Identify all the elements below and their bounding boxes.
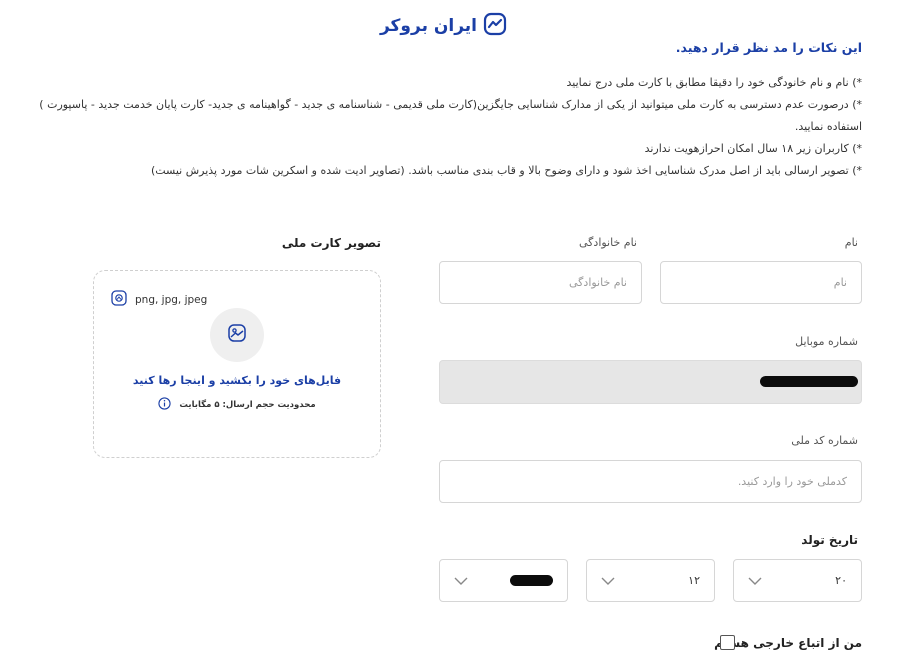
- brand-logo[interactable]: ایران بروکر: [380, 12, 507, 40]
- chevron-down-icon: [748, 577, 762, 585]
- chevron-down-icon: [454, 577, 468, 585]
- formats-text: png, jpg, jpeg: [135, 293, 208, 306]
- file-image-icon: [111, 290, 127, 309]
- upload-formats: png, jpg, jpeg: [111, 290, 207, 309]
- note-item: *) کاربران زیر ۱۸ سال امکان احرازهویت ند…: [644, 142, 862, 155]
- notes-title: این نکات را مد نظر قرار دهید.: [675, 40, 862, 55]
- birth-year-select[interactable]: [439, 559, 568, 602]
- upload-title: تصویر کارت ملی: [281, 236, 381, 250]
- note-item: *) نام و نام خانودگی خود را دقیقا مطابق …: [566, 76, 862, 89]
- note-item: *) درصورت عدم دسترسی به کارت ملی میتوانی…: [39, 98, 862, 133]
- birth-date-label: تاریخ تولد: [801, 533, 858, 547]
- chevron-down-icon: [601, 577, 615, 585]
- upload-limit: محدودیت حجم ارسال: ۵ مگابایت: [93, 397, 381, 413]
- foreign-national-label: من از اتباع خارجی هستم: [714, 636, 862, 650]
- first-name-label: نام: [844, 236, 858, 249]
- national-code-label: شماره کد ملی: [791, 434, 858, 447]
- notes-list: *) نام و نام خانودگی خود را دقیقا مطابق …: [12, 72, 862, 182]
- birth-month-select[interactable]: ۱۲: [586, 559, 715, 602]
- image-upload-icon: [227, 323, 247, 347]
- first-name-input[interactable]: [660, 261, 862, 304]
- foreign-national-checkbox[interactable]: [720, 635, 735, 650]
- last-name-input[interactable]: [439, 261, 642, 304]
- note-item: *) تصویر ارسالی باید از اصل مدرک شناسایی…: [150, 164, 862, 177]
- upload-button[interactable]: [210, 308, 264, 362]
- mobile-label: شماره موبایل: [795, 335, 858, 348]
- mobile-input: [439, 360, 862, 404]
- drop-instructions: فایل‌های خود را بکشید و اینجا رها کنید: [132, 374, 342, 387]
- redacted-mobile: [760, 376, 858, 387]
- redacted-year: [510, 575, 553, 586]
- birth-month-value: ۱۲: [688, 574, 700, 587]
- birth-day-select[interactable]: ۲۰: [733, 559, 862, 602]
- last-name-label: نام خانوادگی: [579, 236, 637, 249]
- birth-day-value: ۲۰: [835, 574, 847, 587]
- national-code-input[interactable]: [439, 460, 862, 503]
- chart-trend-icon: [483, 12, 507, 40]
- brand-name: ایران بروکر: [379, 16, 477, 36]
- limit-text: محدودیت حجم ارسال: ۵ مگابایت: [179, 400, 316, 410]
- info-circle-icon: [158, 397, 172, 413]
